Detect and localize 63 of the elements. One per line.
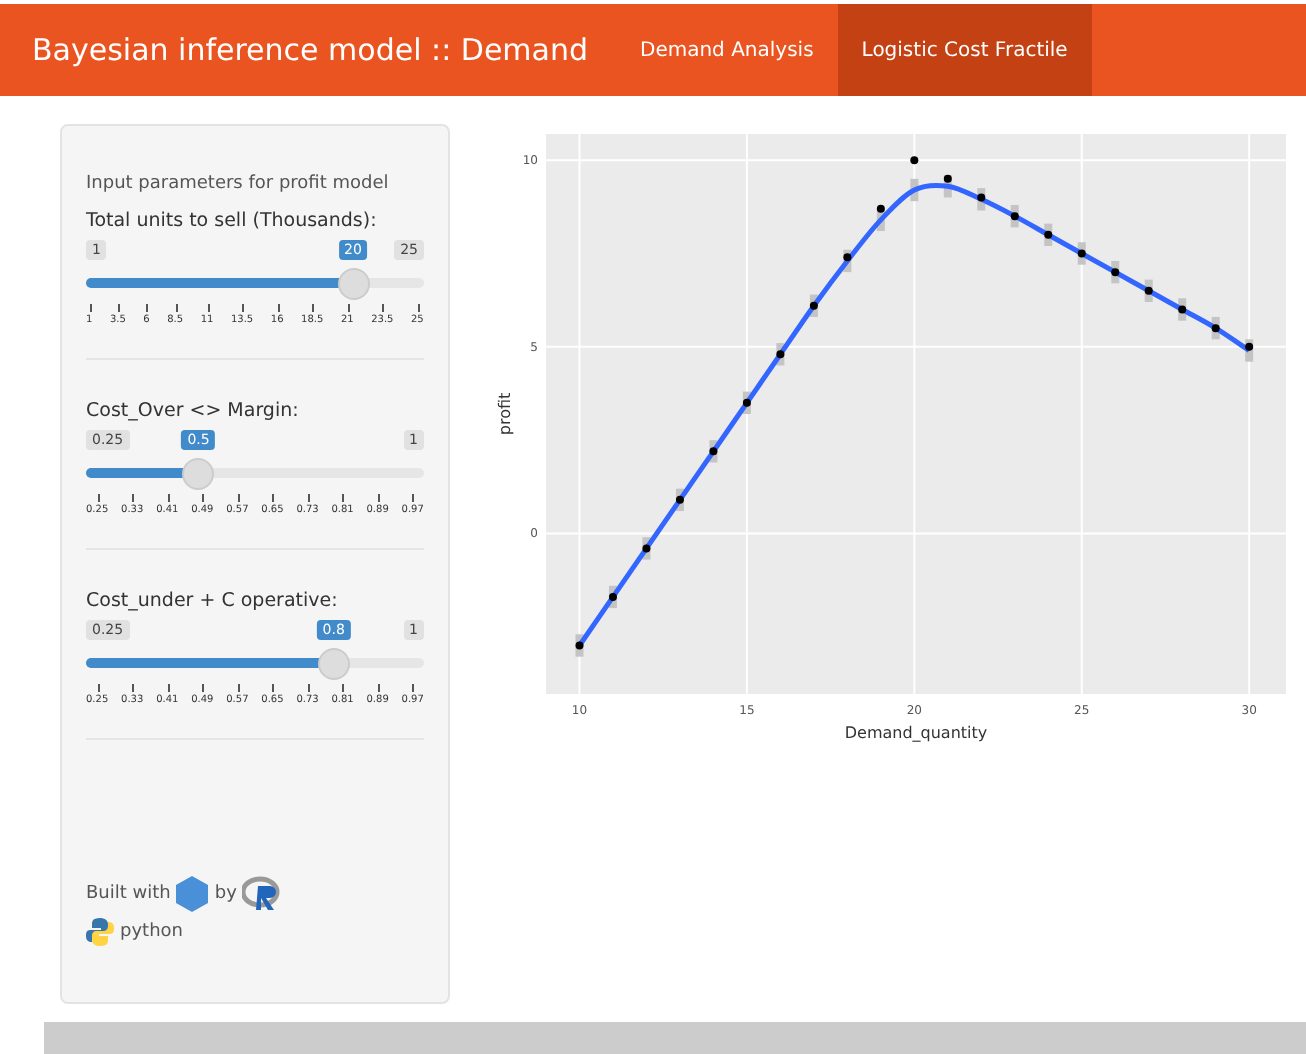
error-bar: [1178, 298, 1187, 321]
error-bar: [642, 537, 651, 560]
error-bar: [943, 175, 952, 198]
slider-label: Cost_Over <> Margin:: [86, 400, 301, 422]
error-bar: [843, 249, 852, 273]
by-text: by: [214, 884, 237, 904]
slider-handle[interactable]: [182, 458, 215, 490]
data-point: [1077, 249, 1086, 258]
data-point: [843, 253, 852, 262]
y-axis-title: profit: [496, 392, 514, 436]
slider-handle[interactable]: [317, 648, 350, 680]
built-with-text: Built with: [86, 884, 171, 904]
error-bar: [608, 585, 617, 609]
error-bar: [1144, 279, 1153, 302]
error-bar: [675, 488, 684, 512]
r-logo-icon: [242, 876, 283, 912]
data-point: [1111, 268, 1120, 277]
error-bar: [910, 178, 919, 202]
app-title: Bayesian inference model :: Demand: [30, 30, 590, 72]
data-point: [1010, 212, 1019, 221]
python-logo-icon: [86, 918, 114, 946]
error-bar: [1010, 204, 1019, 228]
hexagon-logo-icon: [176, 876, 209, 912]
slider-track[interactable]: [86, 458, 424, 490]
error-bar: [575, 634, 584, 657]
error-bar: [1211, 316, 1220, 340]
slider-handle[interactable]: [337, 268, 369, 300]
data-point: [876, 204, 885, 213]
data-point: [575, 641, 584, 650]
error-bar: [1077, 242, 1086, 265]
error-bar: [742, 391, 751, 414]
data-point: [1211, 324, 1220, 333]
x-axis-title: Demand_quantity: [844, 724, 988, 742]
data-point: [709, 447, 718, 456]
error-bar: [1245, 339, 1254, 362]
data-point: [1144, 286, 1153, 295]
slider-label: Cost_under + C operative:: [86, 590, 340, 612]
error-bar: [876, 208, 885, 232]
data-point: [742, 398, 751, 407]
error-bar: [1044, 223, 1053, 246]
data-point: [1178, 305, 1187, 314]
error-bar: [1111, 260, 1120, 284]
data-point: [977, 193, 986, 202]
error-bar: [977, 188, 986, 211]
slider-track[interactable]: [86, 268, 424, 300]
data-point: [943, 174, 952, 183]
error-bar: [776, 343, 785, 366]
error-bar: [809, 294, 818, 317]
data-point: [642, 544, 651, 553]
data-point: [809, 301, 818, 310]
data-point: [1245, 342, 1254, 351]
nav-tab[interactable]: Demand Analysis: [616, 4, 838, 96]
slider-label: Total units to sell (Thousands):: [86, 210, 379, 232]
nav-tab[interactable]: Logistic Cost Fractile: [837, 4, 1092, 96]
data-point: [910, 156, 919, 165]
error-bar: [709, 440, 718, 463]
data-point: [776, 350, 785, 359]
data-point: [608, 592, 617, 601]
panel-heading: Input parameters for profit model: [86, 174, 391, 194]
slider-track[interactable]: [86, 648, 424, 680]
python-text: python: [120, 922, 183, 942]
data-point: [1044, 230, 1053, 239]
data-point: [675, 495, 684, 504]
